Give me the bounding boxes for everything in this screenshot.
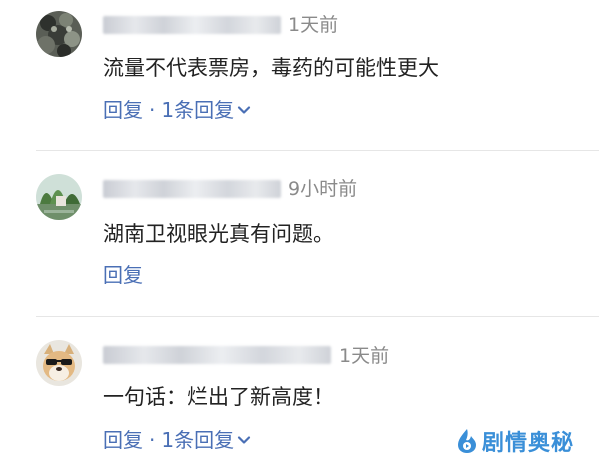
separator: · [149,428,156,452]
comment-time: 1天前 [288,14,339,36]
comment-feed: 1天前 流量不代表票房，毒药的可能性更大 回复 · 1条回复 9小时前 湖南卫视… [0,0,599,472]
separator: · [149,98,156,122]
comment-time: 1天前 [339,345,390,367]
divider [36,150,599,151]
reply-button[interactable]: 回复 [103,428,143,452]
comment-text: 流量不代表票房，毒药的可能性更大 [103,56,439,80]
chevron-down-icon[interactable] [237,103,251,117]
chevron-down-icon[interactable] [237,433,251,447]
comment-actions: 回复 · 1条回复 [103,98,251,122]
watermark-text: 剧情奥秘 [482,431,575,456]
comment-time: 9小时前 [288,178,358,200]
comment-actions: 回复 [103,263,143,287]
reply-button[interactable]: 回复 [103,98,143,122]
avatar[interactable] [36,174,82,220]
divider [36,316,599,317]
avatar[interactable] [36,11,82,57]
username[interactable] [103,180,281,198]
watermark: 剧情奥秘 [454,425,574,457]
username[interactable] [103,346,331,364]
view-replies-button[interactable]: 1条回复 [161,428,234,452]
comment-text: 湖南卫视眼光真有问题。 [103,222,334,246]
view-replies-button[interactable]: 1条回复 [161,98,234,122]
username[interactable] [103,16,281,34]
flame-logo-icon [458,429,476,453]
comment-actions: 回复 · 1条回复 [103,428,251,452]
comment-text: 一句话：烂出了新高度！ [103,385,334,409]
avatar[interactable] [36,340,82,386]
reply-button[interactable]: 回复 [103,263,143,287]
